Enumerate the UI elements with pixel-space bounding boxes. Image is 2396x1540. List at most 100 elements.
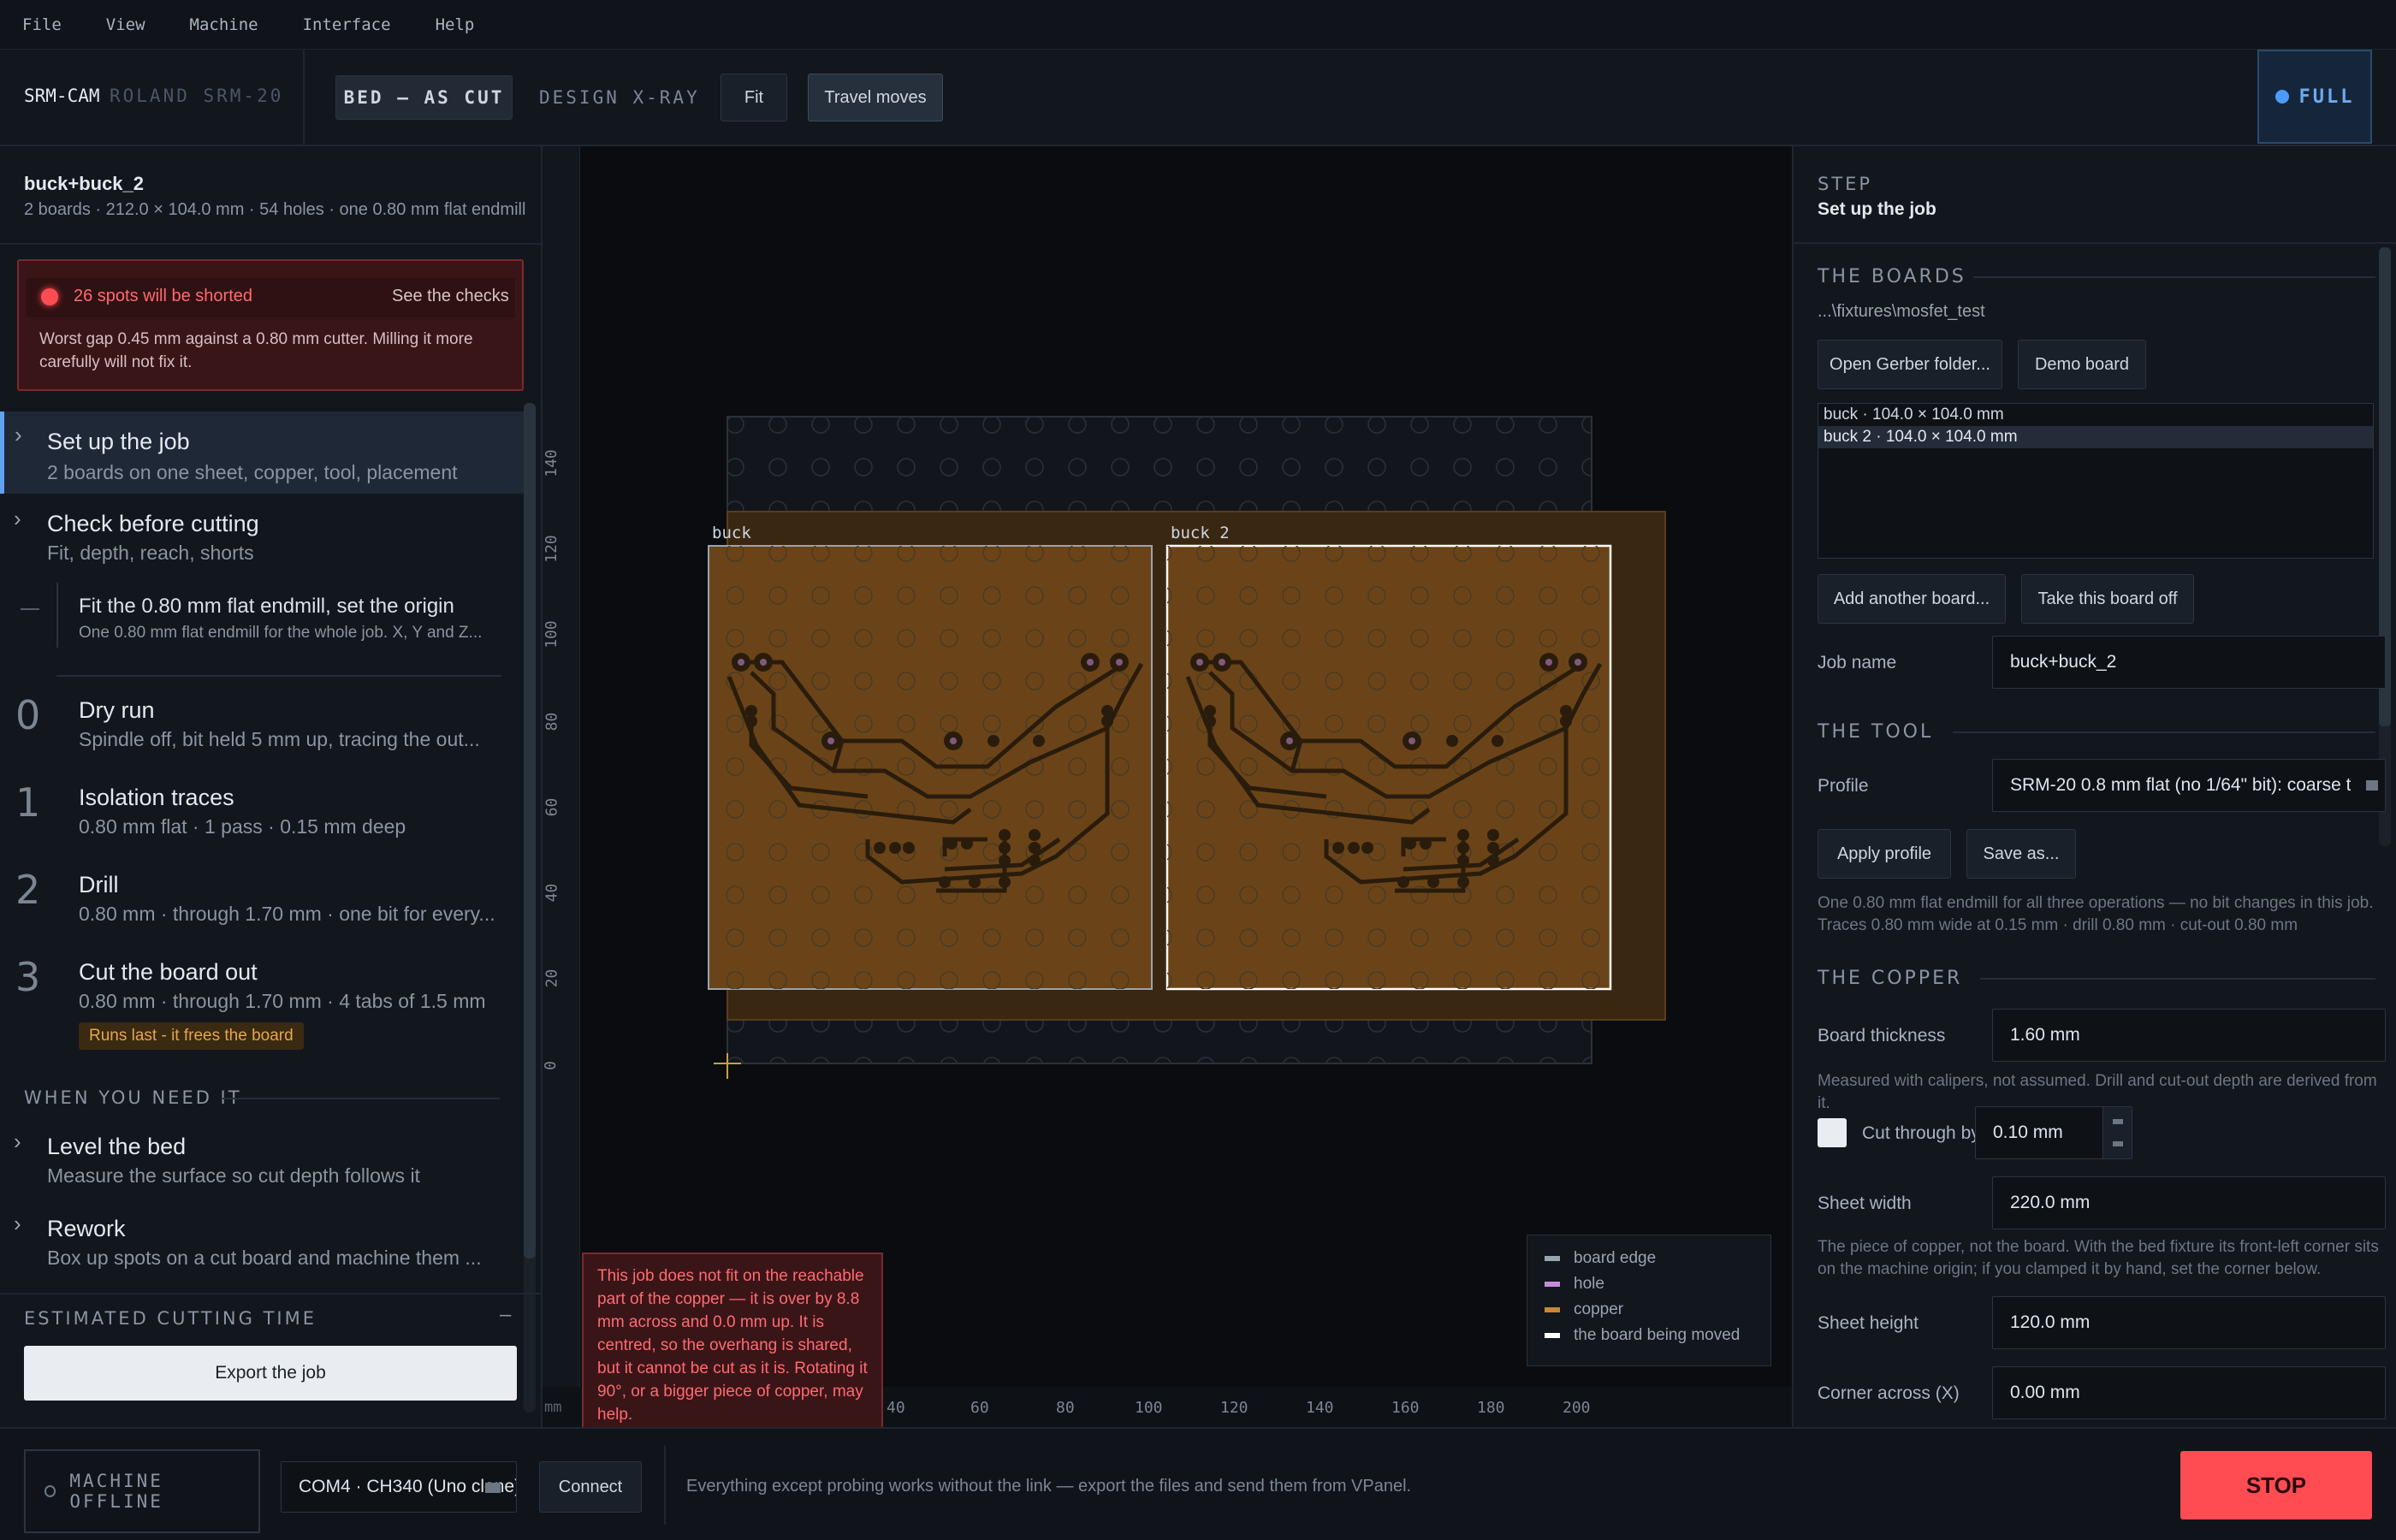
sheet-width-input[interactable]: 220.0 mm: [1992, 1176, 2386, 1229]
step-sub: Fit, depth, reach, shorts: [47, 542, 254, 564]
step-sub: One 0.80 mm flat endmill for the whole j…: [79, 624, 483, 642]
stepper-icon[interactable]: [2102, 1107, 2132, 1158]
legend-swatch: [1545, 1333, 1560, 1338]
y-tick: 100: [542, 620, 560, 649]
divider: [1973, 276, 2375, 278]
cut-through-input[interactable]: 0.10 mm: [1975, 1106, 2132, 1159]
step-setup-the-job[interactable]: › Set up the job 2 boards on one sheet, …: [0, 412, 524, 494]
step-title: Dry run: [79, 697, 155, 723]
thickness-input[interactable]: 1.60 mm: [1992, 1009, 2386, 1062]
legend-item-copper: copper: [1545, 1297, 1753, 1323]
full-toggle[interactable]: FULL: [2257, 50, 2372, 144]
fit-button[interactable]: Fit: [721, 74, 787, 121]
step-rework[interactable]: › Rework Box up spots on a cut board and…: [0, 1204, 524, 1281]
app-name: SRM-CAM: [24, 86, 100, 106]
travel-moves-toggle[interactable]: Travel moves: [808, 74, 943, 121]
step-title: Cut the board out: [79, 959, 258, 985]
job-name-input[interactable]: buck+buck_2: [1992, 636, 2386, 689]
open-gerber-button[interactable]: Open Gerber folder...: [1818, 340, 2002, 389]
y-tick: 80: [543, 712, 561, 732]
step-sub: Box up spots on a cut board and machine …: [47, 1247, 482, 1269]
export-job-button[interactable]: Export the job: [24, 1346, 517, 1401]
corner-x-input[interactable]: 0.00 mm: [1992, 1366, 2386, 1419]
divider: [56, 675, 501, 677]
step-drill[interactable]: 2 Drill 0.80 mm · through 1.70 mm · one …: [0, 860, 524, 944]
x-tick: 120: [1220, 1399, 1248, 1417]
machine-name: ROLAND SRM-20: [110, 86, 284, 106]
cut-through-checkbox[interactable]: [1818, 1118, 1847, 1147]
sheet-height-input[interactable]: 120.0 mm: [1992, 1296, 2386, 1349]
settings-panel: STEP Set up the job THE BOARDS ...\fixtu…: [1792, 146, 2396, 1427]
job-name-label: Job name: [1818, 653, 1897, 672]
menu-interface[interactable]: Interface: [303, 15, 391, 34]
dropdown-icon: [485, 1483, 501, 1493]
tab-bed-as-cut[interactable]: BED — AS CUT: [335, 75, 513, 120]
menu-view[interactable]: View: [106, 15, 145, 34]
y-tick: 40: [543, 883, 561, 903]
steps-scrollbar[interactable]: [524, 403, 536, 1413]
collapse-icon[interactable]: –: [500, 1303, 511, 1327]
step-title: Set up the job: [47, 429, 190, 454]
dash-icon: [21, 608, 39, 610]
divider: [1980, 978, 2375, 980]
settings-scrollbar[interactable]: [2379, 247, 2391, 846]
menu-file[interactable]: File: [22, 15, 62, 34]
full-label: FULL: [2298, 86, 2355, 108]
status-bar: MACHINE OFFLINE COM4 · CH340 (Uno clone)…: [0, 1427, 2396, 1540]
toolbar: SRM-CAM ROLAND SRM-20 BED — AS CUT DESIG…: [0, 50, 2396, 146]
chevron-right-icon: ›: [14, 506, 21, 531]
port-value: COM4 · CH340 (Uno clone): [299, 1477, 517, 1496]
job-title: buck+buck_2: [24, 173, 145, 194]
legend-swatch: [1545, 1307, 1560, 1312]
step-fit-endmill[interactable]: Fit the 0.80 mm flat endmill, set the or…: [0, 583, 524, 668]
divider: [664, 1446, 666, 1525]
legend-item-board-edge: board edge: [1545, 1246, 1753, 1271]
board-list-item[interactable]: buck · 104.0 × 104.0 mm: [1818, 404, 2373, 426]
demo-board-button[interactable]: Demo board: [2018, 340, 2146, 389]
remove-board-button[interactable]: Take this board off: [2021, 574, 2194, 624]
step-dry-run[interactable]: 0 Dry run Spindle off, bit held 5 mm up,…: [0, 685, 524, 769]
step-isolation-traces[interactable]: 1 Isolation traces 0.80 mm flat · 1 pass…: [0, 773, 524, 856]
bed-canvas[interactable]: mm buck buck 2 0 20 40 60 80 100 120 140…: [541, 146, 1792, 1442]
menu-help[interactable]: Help: [436, 15, 475, 34]
step-number: 1: [15, 779, 41, 826]
x-tick: 200: [1563, 1399, 1591, 1417]
step-title: Fit the 0.80 mm flat endmill, set the or…: [79, 595, 454, 618]
see-checks-link[interactable]: See the checks: [392, 287, 509, 306]
profile-select[interactable]: SRM-20 0.8 mm flat (no 1/64" bit): coars…: [1992, 759, 2386, 812]
tool-header: THE TOOL: [1818, 721, 1934, 743]
stop-button[interactable]: STOP: [2180, 1451, 2372, 1519]
thickness-label: Board thickness: [1818, 1026, 1946, 1045]
step-sub: 0.80 mm · through 1.70 mm · one bit for …: [79, 903, 495, 925]
connect-button[interactable]: Connect: [539, 1461, 642, 1513]
add-board-button[interactable]: Add another board...: [1818, 574, 2006, 624]
copper-header: THE COPPER: [1818, 968, 1963, 989]
step-level-bed[interactable]: › Level the bed Measure the surface so c…: [0, 1122, 524, 1199]
menu-machine[interactable]: Machine: [190, 15, 258, 34]
runs-last-badge: Runs last - it frees the board: [79, 1022, 304, 1050]
y-tick: 20: [543, 968, 561, 988]
apply-profile-button[interactable]: Apply profile: [1818, 829, 1951, 879]
step-title: Rework: [47, 1216, 126, 1241]
save-as-button[interactable]: Save as...: [1966, 829, 2076, 879]
step-sub: 0.80 mm flat · 1 pass · 0.15 mm deep: [79, 815, 406, 838]
step-cut-board-out[interactable]: 3 Cut the board out 0.80 mm · through 1.…: [0, 947, 524, 1067]
y-tick: 60: [543, 797, 561, 817]
step-number: 3: [15, 954, 41, 1000]
y-tick: 0: [541, 1061, 560, 1070]
bed-view: [708, 416, 1666, 1079]
alert-dot-icon: [41, 288, 58, 305]
port-select[interactable]: COM4 · CH340 (Uno clone): [281, 1461, 517, 1513]
board-list[interactable]: buck · 104.0 × 104.0 mm buck 2 · 104.0 ×…: [1818, 403, 2374, 559]
legend-item-moving-board: the board being moved: [1545, 1323, 1753, 1348]
board-list-item-selected[interactable]: buck 2 · 104.0 × 104.0 mm: [1818, 426, 2373, 448]
board-label-buck: buck: [712, 524, 751, 542]
x-tick: 60: [970, 1399, 989, 1417]
step-check-before-cutting[interactable]: › Check before cutting Fit, depth, reach…: [0, 497, 524, 574]
divider: [0, 243, 543, 245]
menu-bar: File View Machine Interface Help: [0, 0, 2396, 50]
step-sub: 2 boards on one sheet, copper, tool, pla…: [47, 461, 458, 483]
chevron-right-icon: ›: [15, 422, 22, 447]
step-number: 2: [15, 867, 41, 913]
tab-design-xray[interactable]: DESIGN X-RAY: [539, 87, 700, 108]
